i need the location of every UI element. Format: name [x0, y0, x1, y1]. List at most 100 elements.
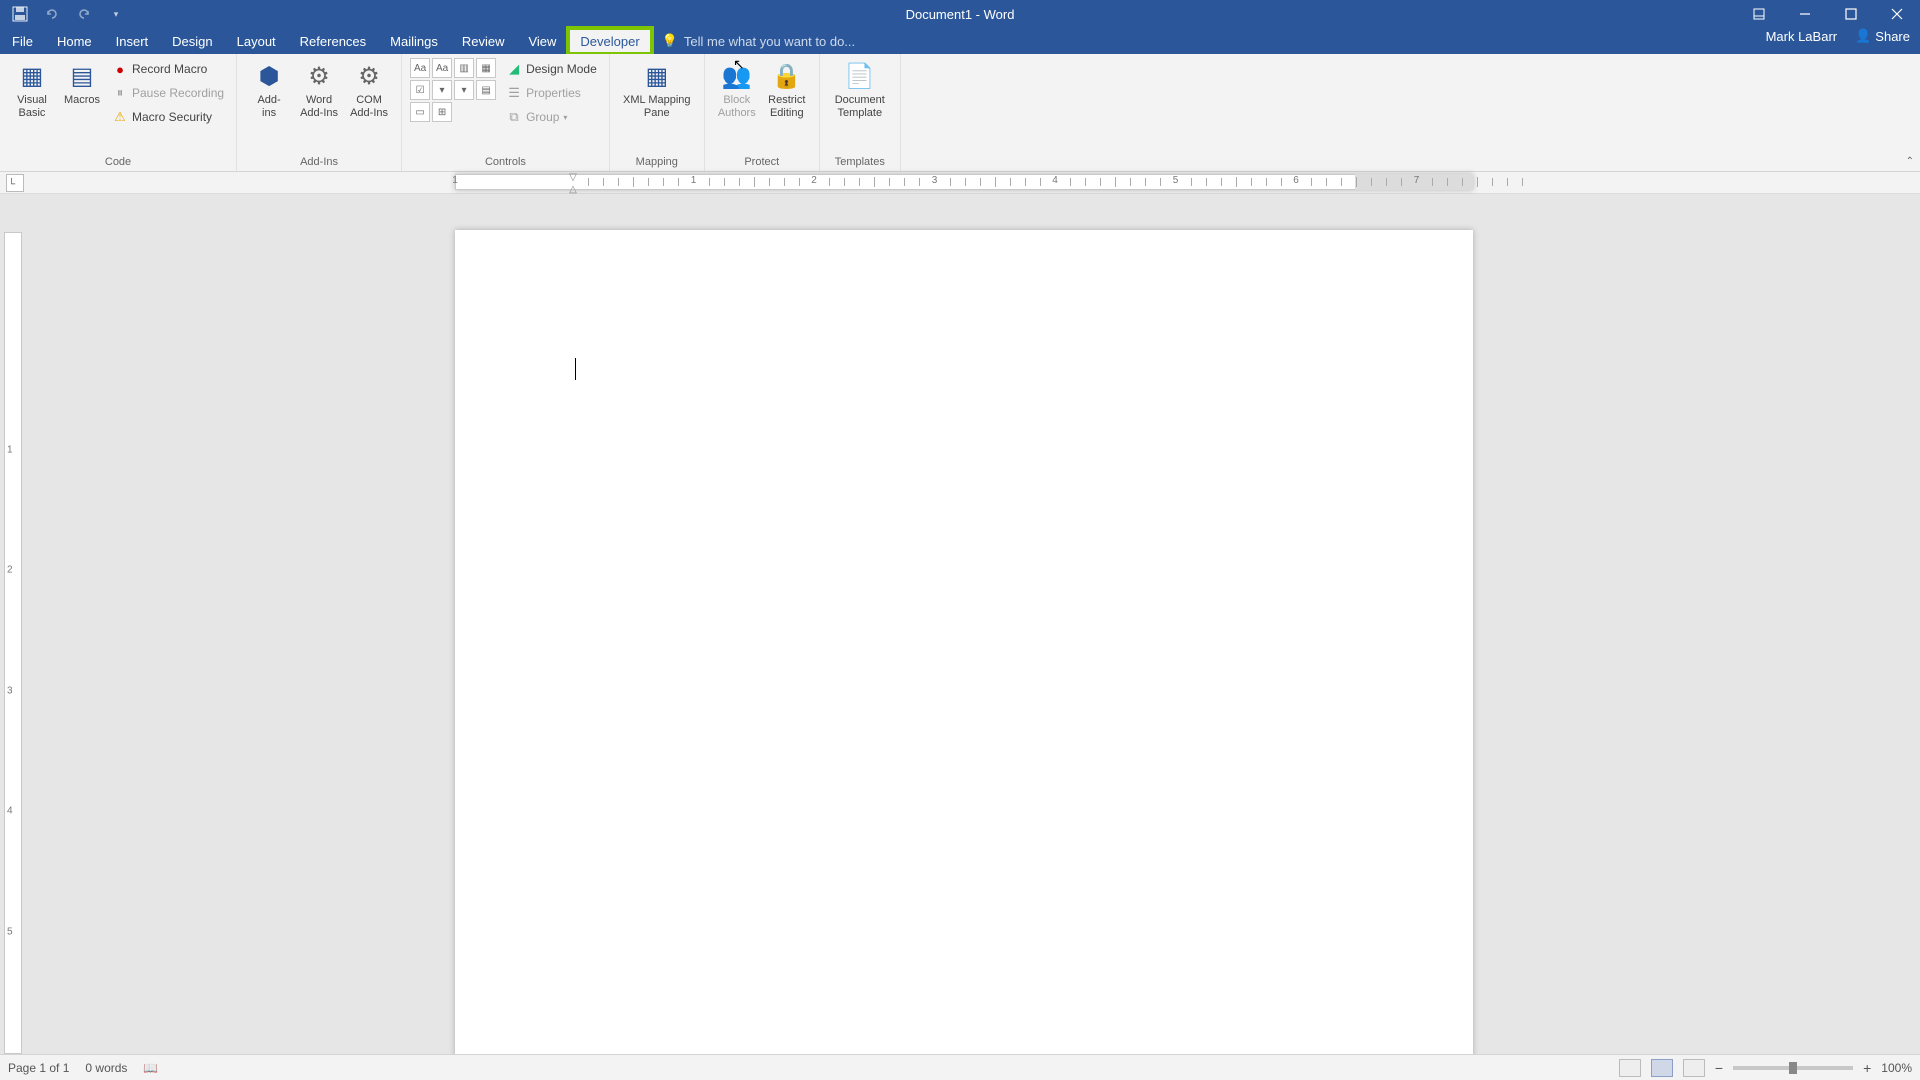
record-macro-button[interactable]: ● Record Macro [108, 58, 228, 80]
checkbox-control-icon[interactable]: ☑ [410, 80, 430, 100]
group-mapping: ▦ XML Mapping Pane Mapping [610, 54, 705, 171]
rich-text-control-icon[interactable]: Aa [410, 58, 430, 78]
ruler-number: 4 [1052, 175, 1058, 186]
tell-me-search[interactable]: 💡 Tell me what you want to do... [652, 28, 865, 54]
close-icon[interactable] [1874, 0, 1920, 28]
document-area: 12345 [0, 194, 1920, 1054]
design-mode-button[interactable]: ◢ Design Mode [502, 58, 601, 80]
document-template-button[interactable]: 📄 Document Template [828, 58, 892, 122]
print-layout-view-icon[interactable] [1651, 1059, 1673, 1077]
tab-design[interactable]: Design [160, 28, 224, 54]
visual-basic-button[interactable]: ▦ Visual Basic [8, 58, 56, 122]
addins-button[interactable]: ⬢ Add- ins [245, 58, 293, 122]
record-macro-label: Record Macro [132, 62, 207, 76]
visual-basic-label: Visual Basic [17, 94, 47, 120]
tab-mailings[interactable]: Mailings [378, 28, 450, 54]
qat-customize-icon[interactable]: ▾ [104, 2, 128, 26]
vertical-ruler[interactable]: 12345 [4, 232, 22, 1054]
group-code-label: Code [105, 154, 131, 169]
tell-me-placeholder: Tell me what you want to do... [684, 34, 855, 49]
addins-icon: ⬢ [253, 60, 285, 92]
group-controls-button: ⧉ Group ▾ [502, 106, 601, 128]
xml-mapping-icon: ▦ [641, 60, 673, 92]
ribbon-tabs: File Home Insert Design Layout Reference… [0, 28, 1920, 54]
com-addins-button[interactable]: ⚙ COM Add-Ins [345, 58, 393, 122]
undo-icon[interactable] [40, 2, 64, 26]
group-templates: 📄 Document Template Templates [820, 54, 901, 171]
zoom-in-icon[interactable]: + [1863, 1060, 1871, 1076]
tab-insert[interactable]: Insert [104, 28, 161, 54]
group-controls-label: Group [526, 110, 559, 124]
share-label: Share [1875, 29, 1910, 44]
block-authors-label: Block Authors [718, 94, 756, 120]
collapse-ribbon-icon[interactable]: ⌃ [1906, 156, 1914, 167]
combobox-control-icon[interactable]: ▾ [432, 80, 452, 100]
pause-icon: ⏸ [112, 85, 128, 101]
ruler-number: 3 [932, 175, 938, 186]
design-mode-icon: ◢ [506, 61, 522, 77]
macros-label: Macros [64, 94, 100, 107]
zoom-slider-knob[interactable] [1789, 1062, 1797, 1074]
document-template-label: Document Template [835, 94, 885, 120]
first-line-indent-icon[interactable]: ▽ [569, 172, 577, 183]
restrict-editing-button[interactable]: 🔒 Restrict Editing [763, 58, 811, 122]
restrict-editing-label: Restrict Editing [768, 94, 805, 120]
group-controls-label-text: Controls [485, 154, 526, 169]
controls-gallery[interactable]: Aa Aa ▥ ▦ ☑ ▾ ▾ ▤ ▭ ⊞ [410, 58, 496, 122]
zoom-slider[interactable] [1733, 1066, 1853, 1070]
read-mode-view-icon[interactable] [1619, 1059, 1641, 1077]
redo-icon[interactable] [72, 2, 96, 26]
date-picker-control-icon[interactable]: ▤ [476, 80, 496, 100]
com-addins-label: COM Add-Ins [350, 94, 388, 120]
ruler-number: 2 [811, 175, 817, 186]
ruler-number: 7 [1414, 175, 1420, 186]
group-addins: ⬢ Add- ins ⚙ Word Add-Ins ⚙ COM Add-Ins … [237, 54, 402, 171]
tab-layout[interactable]: Layout [225, 28, 288, 54]
maximize-icon[interactable] [1828, 0, 1874, 28]
plain-text-control-icon[interactable]: Aa [432, 58, 452, 78]
document-page[interactable] [455, 230, 1473, 1054]
share-button[interactable]: 👤 Share [1855, 28, 1910, 44]
shield-icon: ⚠ [112, 109, 128, 125]
dropdown-control-icon[interactable]: ▾ [454, 80, 474, 100]
word-count[interactable]: 0 words [85, 1061, 127, 1075]
tab-view[interactable]: View [516, 28, 568, 54]
tab-selector[interactable]: └ [6, 174, 24, 192]
spell-check-icon[interactable]: 📖 [143, 1061, 158, 1075]
tab-review[interactable]: Review [450, 28, 517, 54]
properties-button: ☰ Properties [502, 82, 601, 104]
repeating-section-control-icon[interactable]: ▭ [410, 102, 430, 122]
visual-basic-icon: ▦ [16, 60, 48, 92]
tab-file[interactable]: File [0, 28, 45, 54]
status-bar: Page 1 of 1 0 words 📖 − + 100% [0, 1054, 1920, 1080]
signed-in-user[interactable]: Mark LaBarr [1766, 29, 1838, 44]
page-indicator[interactable]: Page 1 of 1 [8, 1061, 69, 1075]
zoom-level[interactable]: 100% [1881, 1061, 1912, 1075]
tab-developer[interactable]: Developer [568, 28, 651, 54]
save-icon[interactable] [8, 2, 32, 26]
ribbon-display-options-icon[interactable] [1736, 0, 1782, 28]
pause-recording-button: ⏸ Pause Recording [108, 82, 228, 104]
web-layout-view-icon[interactable] [1683, 1059, 1705, 1077]
ruler-row: └ ▽ △ 12345671 [0, 172, 1920, 194]
building-block-control-icon[interactable]: ▦ [476, 58, 496, 78]
block-authors-icon: 👥 [721, 60, 753, 92]
ruler-number: 5 [1173, 175, 1179, 186]
word-addins-button[interactable]: ⚙ Word Add-Ins [295, 58, 343, 122]
tab-references[interactable]: References [288, 28, 378, 54]
picture-control-icon[interactable]: ▥ [454, 58, 474, 78]
minimize-icon[interactable] [1782, 0, 1828, 28]
zoom-out-icon[interactable]: − [1715, 1060, 1723, 1076]
design-mode-label: Design Mode [526, 62, 597, 76]
macros-button[interactable]: ▤ Macros [58, 58, 106, 109]
com-gear-icon: ⚙ [353, 60, 385, 92]
legacy-tools-icon[interactable]: ⊞ [432, 102, 452, 122]
ruler-number: 1 [691, 175, 697, 186]
word-addins-label: Word Add-Ins [300, 94, 338, 120]
macro-security-button[interactable]: ⚠ Macro Security [108, 106, 228, 128]
xml-mapping-pane-button[interactable]: ▦ XML Mapping Pane [618, 58, 696, 122]
horizontal-ruler[interactable]: ▽ △ 12345671 [455, 174, 1520, 192]
macros-icon: ▤ [66, 60, 98, 92]
tab-home[interactable]: Home [45, 28, 104, 54]
document-title: Document1 - Word [906, 7, 1015, 22]
